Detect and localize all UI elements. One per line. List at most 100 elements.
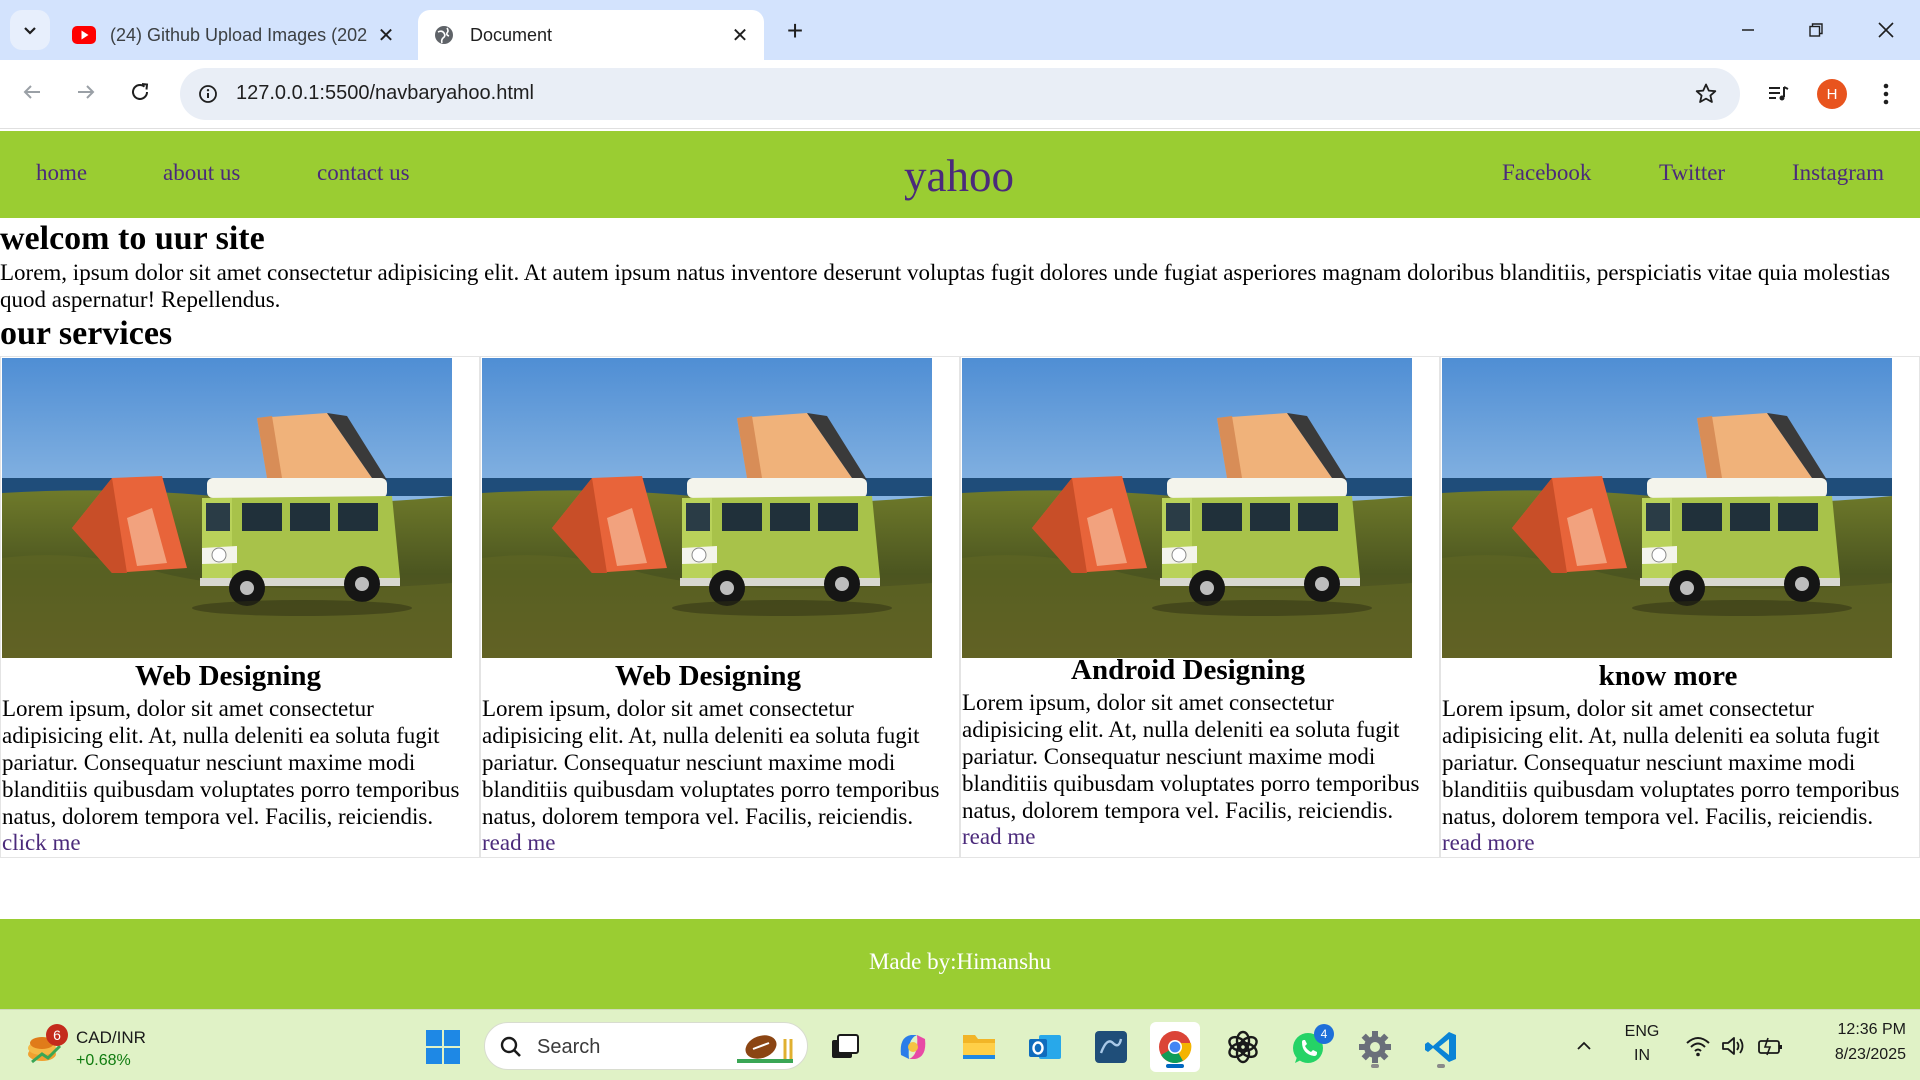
restore-icon	[1809, 23, 1823, 37]
outlook-icon	[1029, 1035, 1061, 1059]
card-link[interactable]: read me	[482, 830, 555, 856]
settings-icon	[1359, 1031, 1391, 1063]
brand-logo-text[interactable]: yahoo	[904, 150, 1014, 202]
media-controls-button[interactable]	[1758, 74, 1798, 114]
browser-menu-button[interactable]	[1866, 74, 1906, 114]
running-indicator	[1166, 1064, 1184, 1068]
forward-arrow-icon	[78, 85, 95, 99]
card-link[interactable]: read me	[962, 824, 1035, 850]
card-title: know more	[1598, 660, 1738, 692]
taskbar: 6 CAD/INR +0.68% Search 4 ENG IN 12:36 P…	[0, 1009, 1920, 1080]
card-body: Lorem ipsum, dolor sit amet consectetur …	[1442, 696, 1900, 829]
minimize-icon	[1742, 29, 1754, 31]
service-card: Android Designing Lorem ipsum, dolor sit…	[960, 356, 1440, 858]
vscode-icon	[1425, 1032, 1456, 1062]
taskbar-search[interactable]: Search	[484, 1022, 808, 1070]
tab-title: (24) Github Upload Images (202	[110, 24, 368, 45]
nav-link-twitter[interactable]: Twitter	[1659, 160, 1725, 186]
bookmark-star-icon[interactable]	[1692, 80, 1720, 108]
intro-paragraph: Lorem, ipsum dolor sit amet consectetur …	[0, 260, 1891, 312]
settings-button[interactable]	[1350, 1022, 1400, 1072]
profile-button[interactable]: H	[1812, 74, 1852, 114]
card-title: Android Designing	[1071, 654, 1305, 686]
tab-search-button[interactable]	[10, 10, 50, 50]
media-queue-icon	[1769, 86, 1789, 101]
site-footer: Made by:Himanshu	[0, 919, 1920, 1009]
task-view-button[interactable]	[820, 1022, 870, 1072]
close-icon	[1878, 22, 1894, 38]
card-body: Lorem ipsum, dolor sit amet consectetur …	[482, 696, 940, 829]
welcome-heading: welcom to uur site	[0, 220, 265, 257]
whatsapp-badge: 4	[1314, 1024, 1334, 1044]
nav-link-instagram[interactable]: Instagram	[1792, 160, 1884, 186]
tab-title: Document	[470, 24, 553, 45]
football-icon	[737, 1035, 793, 1063]
chevron-up-icon	[1577, 1041, 1591, 1050]
browser-toolbar: 127.0.0.1:5500/navbaryahoo.html H	[0, 60, 1920, 129]
services-heading: our services	[0, 315, 173, 352]
chrome-icon	[1159, 1031, 1192, 1064]
mysql-workbench-icon	[1095, 1031, 1127, 1063]
card-link[interactable]: click me	[2, 830, 81, 856]
reload-button[interactable]	[120, 72, 160, 112]
windows-start-icon	[426, 1030, 460, 1064]
back-arrow-icon	[23, 85, 40, 99]
whatsapp-button[interactable]: 4	[1284, 1022, 1334, 1072]
close-tab-icon[interactable]: ✕	[724, 19, 756, 51]
notification-badge: 6	[46, 1024, 68, 1046]
clock-date[interactable]: 8/23/2025	[1796, 1046, 1906, 1064]
service-card: know more Lorem ipsum, dolor sit amet co…	[1440, 356, 1920, 858]
vscode-button[interactable]	[1416, 1022, 1466, 1072]
tab-youtube[interactable]: (24) Github Upload Images (202 ✕	[58, 10, 410, 60]
page-viewport: home about us contact us yahoo Facebook …	[0, 129, 1920, 1009]
camper-van-image	[482, 358, 932, 658]
file-explorer-icon	[963, 1035, 995, 1059]
card-link[interactable]: read more	[1442, 830, 1535, 856]
mysql-workbench-button[interactable]	[1086, 1022, 1136, 1072]
camper-van-image	[2, 358, 452, 658]
restore-button[interactable]	[1786, 8, 1846, 52]
start-button[interactable]	[418, 1022, 468, 1072]
show-hidden-icons-button[interactable]	[1570, 1032, 1598, 1060]
chevron-down-icon	[24, 27, 36, 35]
back-button[interactable]	[12, 72, 52, 112]
site-info-icon[interactable]	[194, 80, 222, 108]
outlook-button[interactable]	[1020, 1022, 1070, 1072]
more-vertical-icon	[1883, 83, 1889, 105]
nav-link-home[interactable]: home	[36, 160, 87, 186]
nav-link-about-us[interactable]: about us	[163, 160, 240, 186]
ticker-change: +0.68%	[76, 1052, 131, 1069]
url-text[interactable]: 127.0.0.1:5500/navbaryahoo.html	[236, 82, 534, 105]
close-window-button[interactable]	[1856, 8, 1916, 52]
file-explorer-button[interactable]	[954, 1022, 1004, 1072]
card-title: Web Designing	[614, 660, 802, 692]
address-bar[interactable]: 127.0.0.1:5500/navbaryahoo.html	[180, 68, 1740, 120]
clock-time[interactable]: 12:36 PM	[1796, 1021, 1906, 1039]
avatar: H	[1817, 79, 1847, 109]
tab-document[interactable]: Document ✕	[418, 10, 764, 60]
close-tab-icon[interactable]: ✕	[370, 19, 402, 51]
search-placeholder: Search	[537, 1036, 601, 1058]
nav-link-facebook[interactable]: Facebook	[1502, 160, 1591, 186]
card-body: Lorem ipsum, dolor sit amet consectetur …	[962, 690, 1420, 823]
copilot-button[interactable]	[888, 1022, 938, 1072]
services-cards: Web Designing Lorem ipsum, dolor sit ame…	[0, 356, 1920, 858]
chatgpt-button[interactable]	[1218, 1022, 1268, 1072]
new-tab-button[interactable]: +	[778, 14, 812, 48]
minimize-button[interactable]	[1718, 8, 1778, 52]
nav-link-contact-us[interactable]: contact us	[317, 160, 410, 186]
volume-icon[interactable]	[1720, 1032, 1748, 1060]
running-indicator	[1371, 1064, 1379, 1068]
stocks-widget[interactable]: 6 CAD/INR +0.68%	[26, 1018, 196, 1074]
forward-button[interactable]	[66, 72, 106, 112]
language-indicator[interactable]: ENG	[1622, 1023, 1662, 1041]
copilot-icon	[900, 1035, 926, 1059]
camper-van-image	[962, 358, 1412, 658]
region-indicator[interactable]: IN	[1622, 1047, 1662, 1065]
tab-strip: (24) Github Upload Images (202 ✕ Documen…	[0, 0, 1920, 60]
card-title: Web Designing	[134, 660, 322, 692]
wifi-icon[interactable]	[1684, 1032, 1712, 1060]
globe-icon	[432, 23, 456, 47]
chrome-button[interactable]	[1150, 1022, 1200, 1072]
battery-icon[interactable]	[1756, 1032, 1784, 1060]
